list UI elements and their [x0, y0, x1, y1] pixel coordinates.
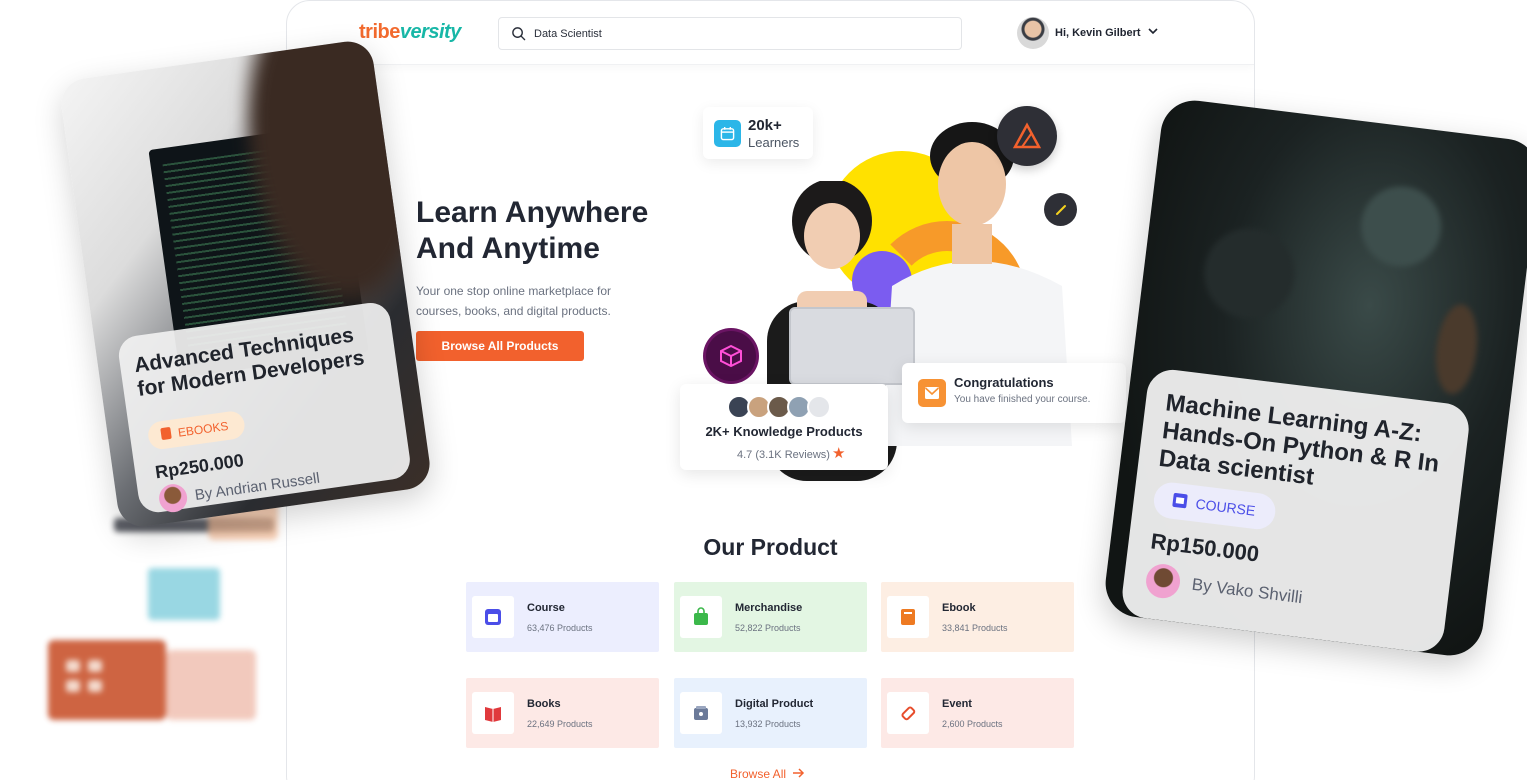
- course-icon: [1171, 491, 1189, 512]
- badge-label: COURSE: [1194, 495, 1257, 519]
- hero-title-line2: And Anytime: [416, 232, 600, 265]
- category-badge: EBOOKS: [146, 409, 247, 451]
- congratulations-title: Congratulations: [954, 375, 1054, 390]
- merchandise-icon: [680, 596, 722, 638]
- cube-icon: [706, 331, 756, 381]
- avatar: [1017, 17, 1049, 49]
- triangle-logo-icon: [997, 106, 1057, 166]
- category-merchandise[interactable]: Merchandise 52,822 Products: [674, 582, 867, 652]
- category-count: 2,600 Products: [942, 719, 1003, 729]
- category-course[interactable]: Course 63,476 Products: [466, 582, 659, 652]
- badge-label: EBOOKS: [177, 418, 230, 440]
- knowledge-products-card: 2K+ Knowledge Products 4.7 (3.1K Reviews…: [680, 384, 888, 470]
- chevron-down-icon: [1147, 24, 1159, 42]
- category-name: Merchandise: [735, 602, 803, 614]
- rating-text: 4.7 (3.1K Reviews): [737, 449, 830, 461]
- avatar: [807, 395, 831, 419]
- ebook-icon: [887, 596, 929, 638]
- card-price: Rp150.000: [1149, 528, 1261, 567]
- reviewer-avatars: [727, 395, 831, 419]
- hero-title: Learn Anywhere And Anytime: [416, 195, 696, 267]
- card-info-panel: Machine Learning A-Z: Hands-On Python & …: [1119, 366, 1472, 655]
- category-digital-product[interactable]: Digital Product 13,932 Products: [674, 678, 867, 748]
- hero-title-line1: Learn Anywhere: [416, 196, 649, 229]
- congratulations-subtitle: You have finished your course.: [954, 394, 1091, 405]
- author-name: By Vako Shvilli: [1190, 574, 1304, 608]
- hero-subtitle: Your one stop online marketplace for cou…: [416, 284, 612, 318]
- pencil-icon: [1044, 193, 1077, 226]
- calendar-icon: [714, 120, 741, 147]
- search-bar[interactable]: [498, 17, 962, 50]
- category-name: Digital Product: [735, 698, 814, 710]
- browse-all-link[interactable]: Browse All: [730, 767, 805, 780]
- digital-product-icon: [680, 692, 722, 734]
- learners-stat-card: 20k+ Learners: [703, 107, 813, 159]
- card-title: Advanced Techniques for Modern Developer…: [132, 323, 366, 401]
- books-icon: [472, 692, 514, 734]
- knowledge-rating: 4.7 (3.1K Reviews) ★: [737, 444, 845, 462]
- avatar: [157, 482, 189, 514]
- learners-label: Learners: [748, 135, 800, 150]
- avatar: [1144, 562, 1183, 601]
- browse-all-products-button[interactable]: Browse All Products: [416, 331, 584, 361]
- category-name: Books: [527, 698, 561, 710]
- category-ebook[interactable]: Ebook 33,841 Products: [881, 582, 1074, 652]
- learners-value: 20k+: [748, 117, 782, 134]
- logo-text-versity: versity: [399, 21, 462, 43]
- category-count: 22,649 Products: [527, 719, 593, 729]
- category-count: 63,476 Products: [527, 623, 593, 633]
- brand-logo[interactable]: tribeversity: [359, 21, 461, 44]
- course-icon: [472, 596, 514, 638]
- laptop-illustration: [789, 307, 915, 385]
- background-decoration: [48, 500, 288, 730]
- arrow-right-icon: [792, 767, 805, 780]
- search-input[interactable]: [534, 25, 934, 43]
- category-badge: COURSE: [1151, 480, 1278, 532]
- category-count: 33,841 Products: [942, 623, 1008, 633]
- category-count: 13,932 Products: [735, 719, 801, 729]
- category-name: Course: [527, 602, 565, 614]
- star-icon: ★: [831, 445, 846, 462]
- featured-ebook-card[interactable]: Advanced Techniques for Modern Developer…: [58, 38, 433, 530]
- search-icon: [511, 26, 526, 46]
- featured-course-card[interactable]: Machine Learning A-Z: Hands-On Python & …: [1101, 96, 1527, 660]
- category-name: Ebook: [942, 602, 976, 614]
- browse-all-label: Browse All: [730, 767, 787, 780]
- top-navigation: tribeversity Hi, Kevin Gilbert: [287, 1, 1254, 65]
- user-menu[interactable]: Hi, Kevin Gilbert: [1017, 17, 1159, 49]
- card-info-panel: Advanced Techniques for Modern Developer…: [116, 300, 413, 515]
- card-author: By Vako Shvilli: [1144, 562, 1304, 615]
- category-event[interactable]: Event 2,600 Products: [881, 678, 1074, 748]
- user-greeting: Hi, Kevin Gilbert: [1055, 27, 1141, 39]
- category-books[interactable]: Books 22,649 Products: [466, 678, 659, 748]
- event-icon: [887, 692, 929, 734]
- category-name: Event: [942, 698, 972, 710]
- congratulations-card: Congratulations You have finished your c…: [902, 363, 1126, 423]
- mail-icon: [918, 379, 946, 407]
- book-icon: [159, 425, 173, 444]
- category-count: 52,822 Products: [735, 623, 801, 633]
- knowledge-title: 2K+ Knowledge Products: [705, 424, 863, 439]
- page-frame: tribeversity Hi, Kevin Gilbert Learn Any…: [286, 0, 1255, 780]
